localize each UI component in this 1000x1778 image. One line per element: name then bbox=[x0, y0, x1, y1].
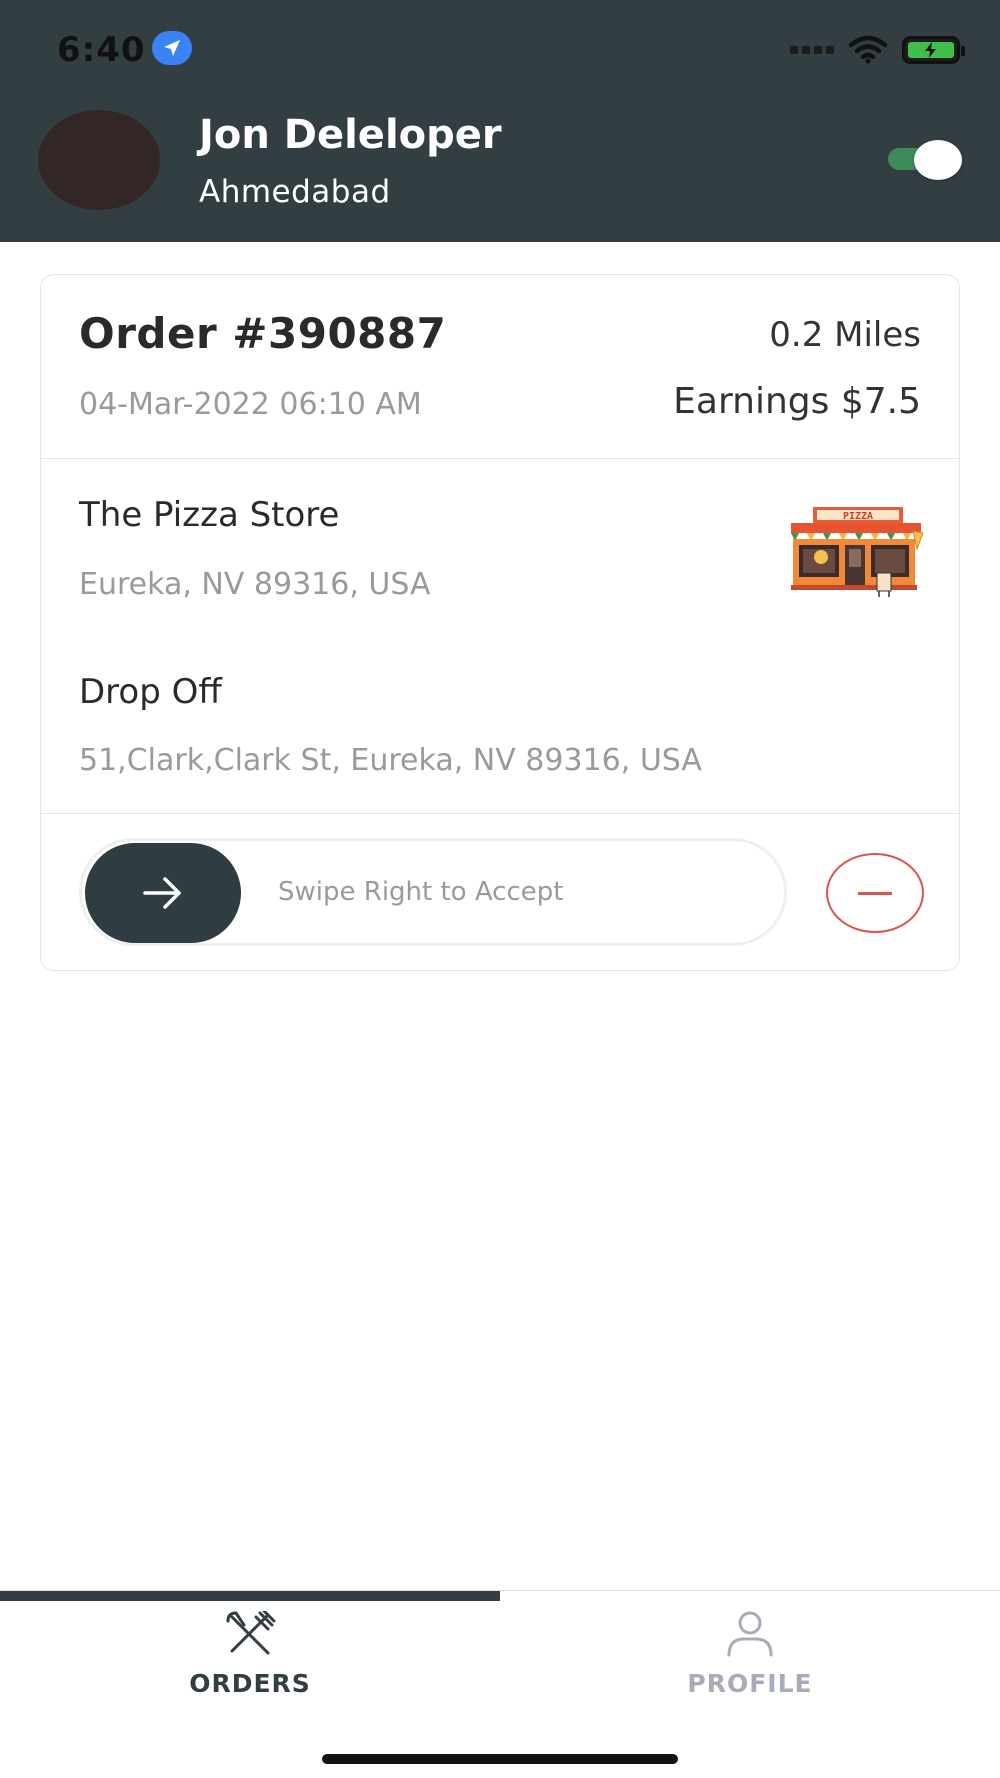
bottom-tab-bar: ORDERS PROFILE bbox=[0, 1590, 1000, 1778]
header: 6:40 Jon Deleloper Ahmedabad bbox=[0, 0, 1000, 242]
location-arrow-icon bbox=[152, 31, 192, 65]
toggle-knob bbox=[914, 140, 962, 180]
divider bbox=[41, 813, 959, 814]
person-icon bbox=[727, 1611, 773, 1657]
tab-orders[interactable]: ORDERS bbox=[0, 1611, 500, 1721]
swipe-label: Swipe Right to Accept bbox=[278, 877, 564, 907]
dropoff-title: Drop Off bbox=[79, 672, 222, 712]
swipe-handle[interactable] bbox=[85, 843, 241, 943]
online-toggle[interactable] bbox=[888, 140, 962, 180]
avatar[interactable] bbox=[38, 110, 160, 210]
pickup-store-name: The Pizza Store bbox=[79, 495, 340, 535]
svg-text:PIZZA: PIZZA bbox=[843, 511, 873, 522]
order-earnings: Earnings $7.5 bbox=[673, 381, 921, 422]
order-card[interactable]: Order #390887 04-Mar-2022 06:10 AM 0.2 M… bbox=[40, 274, 960, 971]
status-indicators bbox=[790, 34, 965, 66]
tab-orders-label: ORDERS bbox=[189, 1669, 311, 1698]
dropoff-address: 51,Clark,Clark St, Eureka, NV 89316, USA bbox=[79, 743, 702, 778]
pizza-store-icon: PIZZA bbox=[791, 507, 924, 597]
home-indicator bbox=[322, 1754, 678, 1764]
status-time: 6:40 bbox=[57, 30, 146, 70]
user-name: Jon Deleloper bbox=[199, 112, 502, 158]
order-title: Order #390887 bbox=[79, 309, 447, 358]
tab-profile[interactable]: PROFILE bbox=[500, 1611, 1000, 1721]
tab-profile-label: PROFILE bbox=[687, 1669, 813, 1698]
reject-order-button[interactable] bbox=[826, 853, 924, 933]
swipe-to-accept-slider[interactable]: Swipe Right to Accept bbox=[79, 838, 787, 946]
order-date: 04-Mar-2022 06:10 AM bbox=[79, 387, 422, 422]
arrow-right-icon bbox=[143, 877, 181, 909]
fork-knife-icon bbox=[226, 1611, 276, 1655]
cellular-signal-icon bbox=[790, 46, 834, 54]
wifi-icon bbox=[848, 35, 888, 64]
user-city: Ahmedabad bbox=[199, 174, 391, 210]
pickup-address: Eureka, NV 89316, USA bbox=[79, 567, 431, 602]
order-distance: 0.2 Miles bbox=[769, 315, 921, 355]
divider bbox=[41, 458, 959, 459]
battery-charging-icon bbox=[902, 36, 965, 64]
active-tab-indicator bbox=[0, 1591, 500, 1601]
minus-icon bbox=[858, 891, 892, 895]
